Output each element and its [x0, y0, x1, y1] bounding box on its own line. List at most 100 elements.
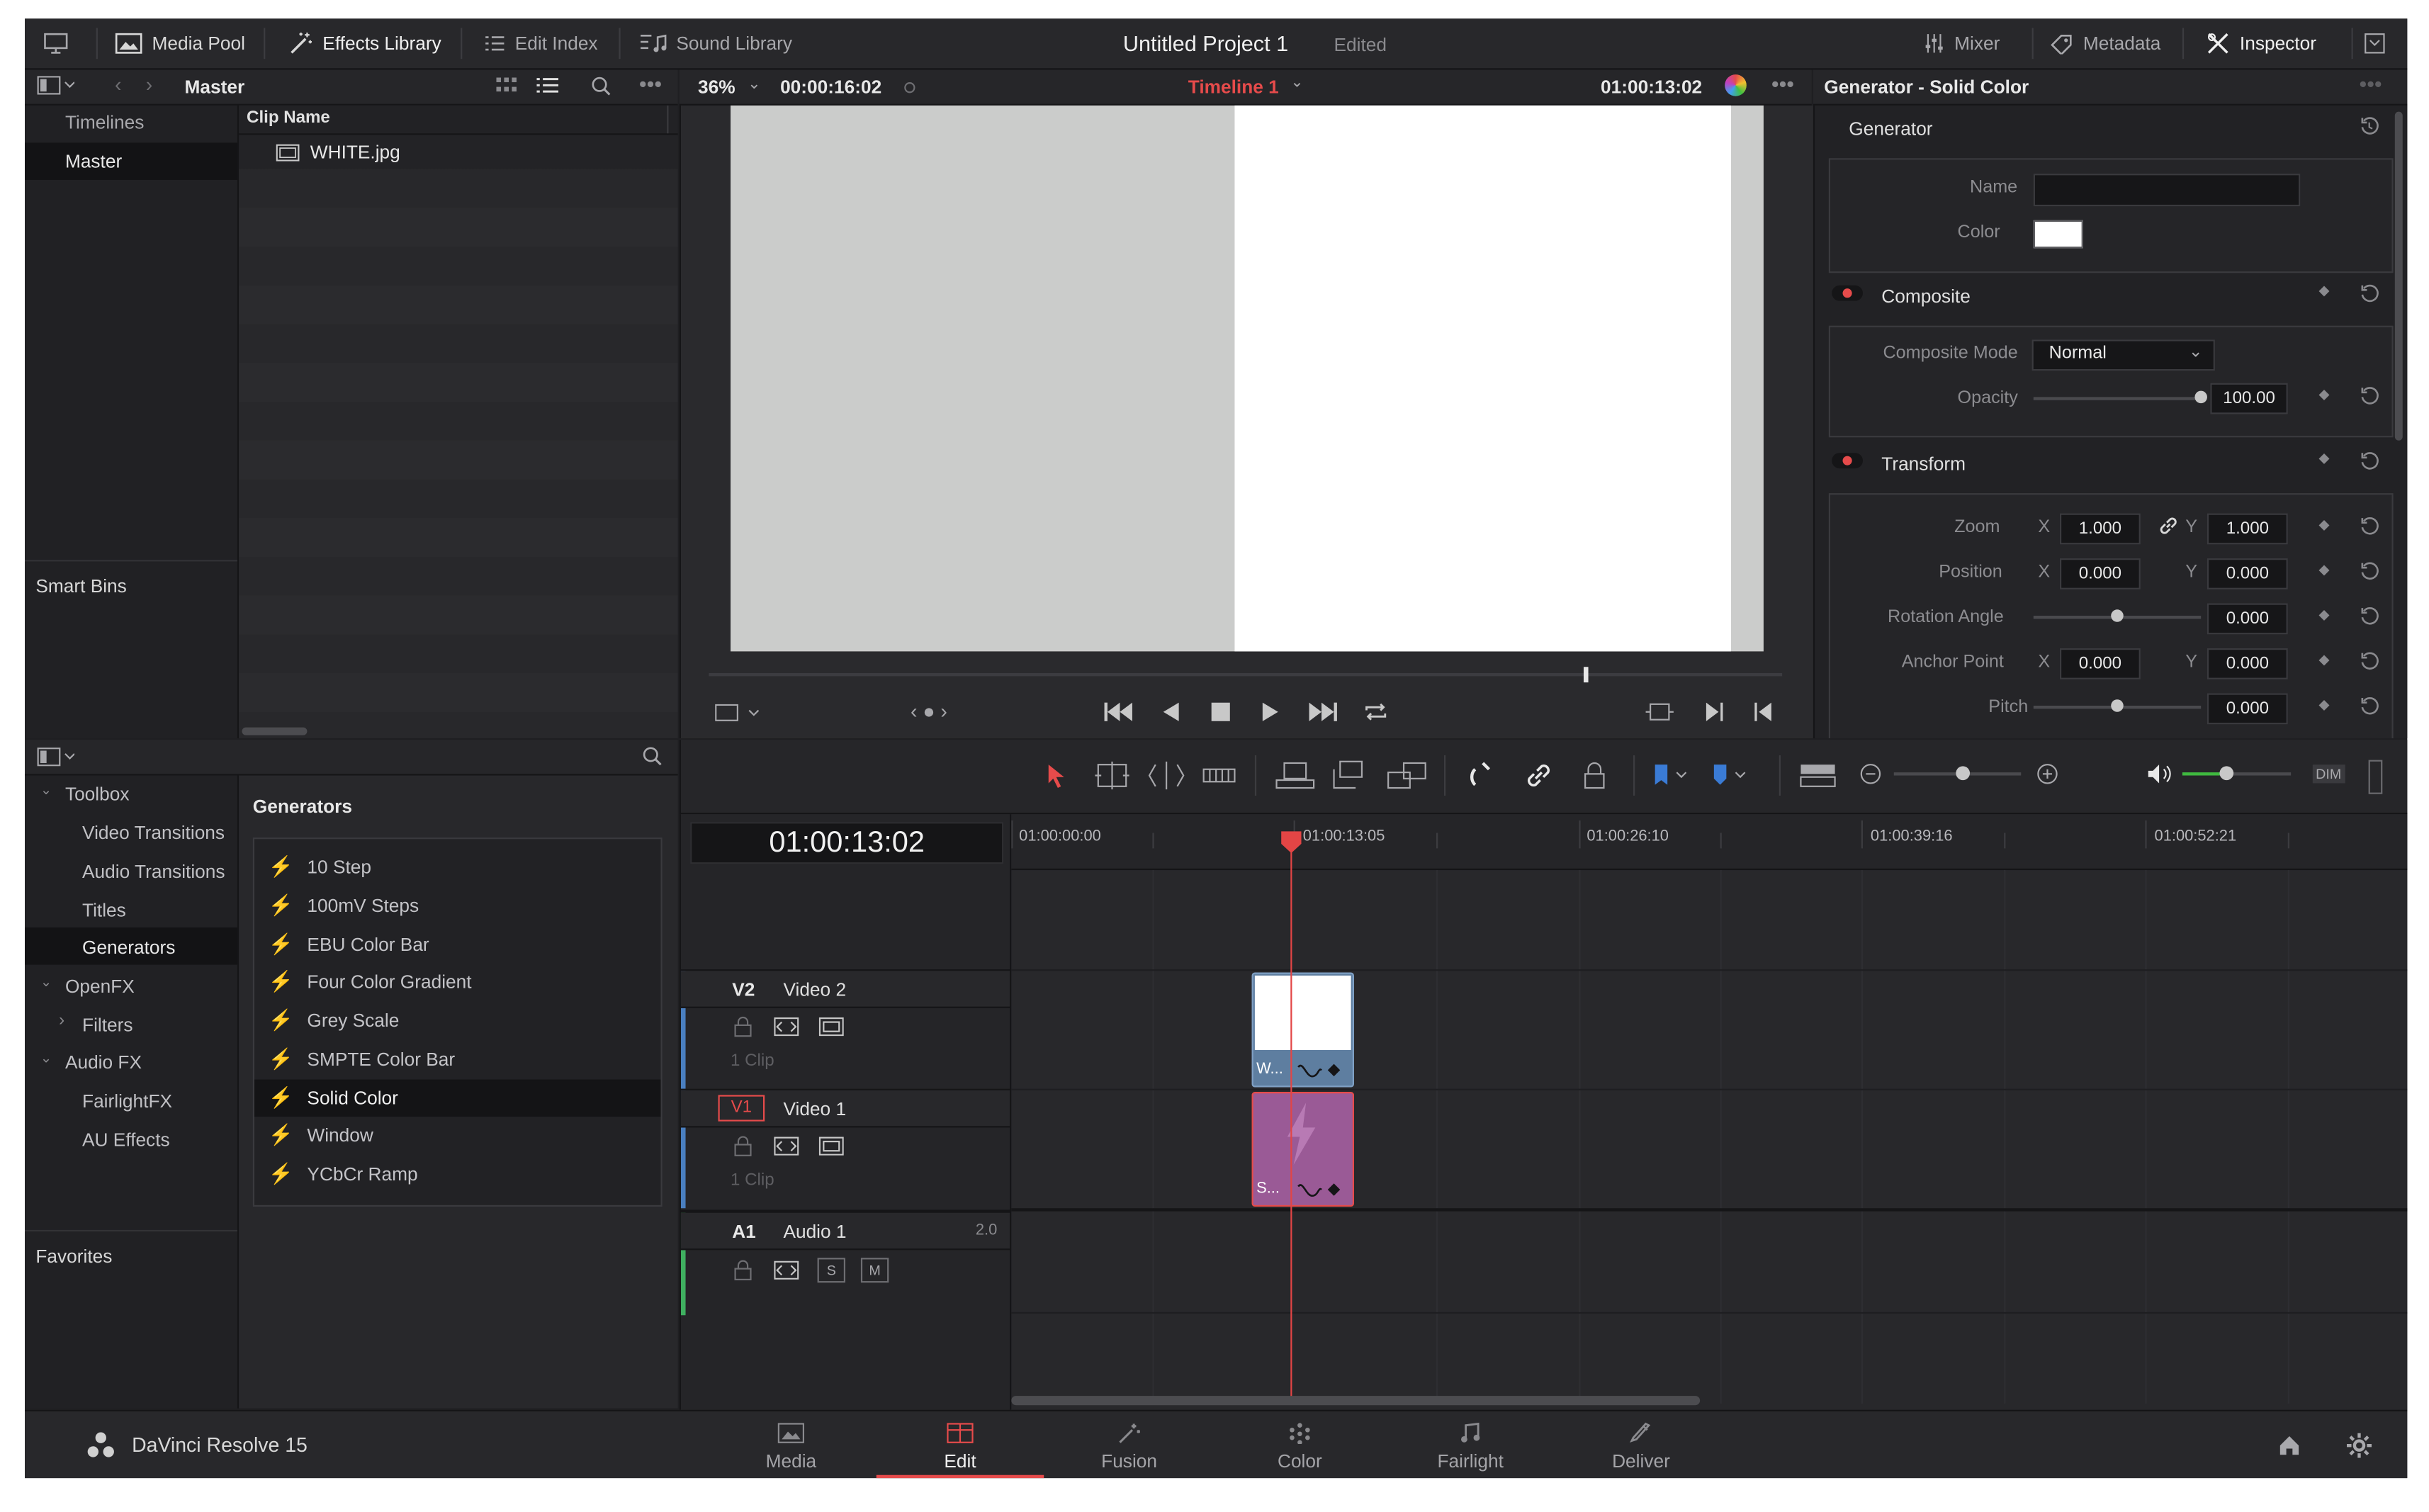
solo-button[interactable]: S [817, 1258, 846, 1283]
auto-select-icon[interactable] [774, 1017, 799, 1037]
viewer-options-icon[interactable]: ••• [1771, 72, 1794, 96]
sound-library-button[interactable]: Sound Library [639, 18, 792, 68]
tree-au-effects[interactable]: AU Effects [82, 1129, 170, 1151]
insert-clip-icon[interactable] [1275, 760, 1315, 796]
audio-fx-chevron-icon[interactable]: ⌄ [40, 1050, 52, 1067]
viewer-mode-icon[interactable] [715, 704, 762, 728]
list-view-icon[interactable] [536, 77, 559, 94]
viewer-canvas[interactable] [731, 105, 1764, 652]
inspector-scrollbar[interactable] [2394, 111, 2403, 441]
inspector-button[interactable]: Inspector [2206, 18, 2316, 68]
effects-sidebar-toggle-icon[interactable] [37, 747, 75, 767]
clip-name-header[interactable]: Clip Name [247, 108, 330, 127]
scrubber-bar[interactable] [709, 673, 1783, 677]
zoom-in-icon[interactable] [2036, 763, 2058, 789]
position-y-input[interactable] [2207, 558, 2288, 589]
anchor-y-input[interactable] [2207, 648, 2288, 679]
reset-composite-icon[interactable] [2359, 284, 2379, 309]
rotation-slider-knob[interactable] [2111, 609, 2124, 622]
rotation-input[interactable] [2207, 603, 2288, 635]
collapse-panel-icon[interactable] [2364, 18, 2395, 68]
color-swatch[interactable] [2033, 220, 2083, 249]
clip-row[interactable]: WHITE.jpg [239, 135, 678, 169]
position-lock-icon[interactable] [1584, 762, 1606, 794]
bin-master-row[interactable]: Master [25, 142, 237, 180]
generator-item[interactable]: ⚡ Four Color Gradient [254, 963, 661, 1000]
inspector-options-icon[interactable]: ••• [2359, 72, 2382, 96]
generator-item[interactable]: ⚡ Window [254, 1117, 661, 1154]
home-icon[interactable] [2277, 1433, 2301, 1458]
generator-item[interactable]: ⚡ YCbCr Ramp [254, 1156, 661, 1193]
forward-icon[interactable]: › [146, 73, 153, 96]
reset-opacity-icon[interactable] [2359, 386, 2379, 411]
timeline-tracks-area[interactable]: 01:00:00:00 01:00:13:05 01:00:26:10 01:0… [1011, 814, 2408, 1410]
timeline-view-options-icon[interactable] [1799, 763, 1837, 793]
link-icon[interactable] [2159, 517, 2177, 535]
dynamic-trim-icon[interactable] [1146, 761, 1187, 794]
auto-select-icon[interactable] [774, 1136, 799, 1156]
dim-button[interactable]: DIM [2312, 765, 2345, 784]
go-to-end-icon[interactable] [1307, 701, 1339, 727]
marker-icon[interactable] [1711, 763, 1751, 793]
tree-filters[interactable]: Filters [82, 1015, 133, 1037]
zoom-x-input[interactable] [2059, 513, 2141, 545]
effects-library-button[interactable]: Effects Library [288, 18, 441, 68]
zoom-keyframe-icon[interactable]: ◆ [2319, 517, 2330, 534]
reset-position-icon[interactable] [2359, 561, 2379, 586]
selection-tool-icon[interactable] [1047, 763, 1066, 793]
gear-icon[interactable] [2346, 1433, 2372, 1458]
playhead-handle[interactable] [1281, 831, 1302, 853]
snapping-icon[interactable] [1469, 760, 1497, 796]
bin-timelines[interactable]: Timelines [65, 112, 144, 134]
volume-icon[interactable] [2147, 763, 2175, 789]
metadata-button[interactable]: Metadata [2049, 18, 2160, 68]
mark-prev-icon[interactable] [1754, 702, 1773, 726]
opacity-slider[interactable] [2033, 397, 2202, 400]
flag-icon[interactable] [1652, 763, 1692, 793]
blade-tool-icon[interactable] [1202, 762, 1236, 794]
tree-titles[interactable]: Titles [82, 900, 126, 922]
edit-index-button[interactable]: Edit Index [484, 18, 598, 68]
lock-icon[interactable] [733, 1135, 752, 1157]
back-icon[interactable]: ‹ [115, 73, 122, 96]
volume-knob[interactable] [2219, 766, 2234, 781]
reset-generator-icon[interactable] [2359, 116, 2379, 141]
page-tab-edit[interactable]: Edit [876, 1411, 1044, 1479]
anchor-keyframe-icon[interactable]: ◆ [2319, 651, 2330, 668]
lock-icon[interactable] [733, 1259, 752, 1281]
tree-audio-transitions[interactable]: Audio Transitions [82, 861, 225, 883]
position-keyframe-icon[interactable]: ◆ [2319, 561, 2330, 578]
search-icon[interactable] [591, 76, 611, 96]
page-tab-color[interactable]: Color [1216, 1411, 1383, 1478]
name-input[interactable] [2033, 174, 2301, 207]
tree-generators-row[interactable]: Generators [25, 927, 237, 965]
timeline-timecode-box[interactable]: 01:00:13:02 [690, 822, 1004, 864]
opacity-input[interactable] [2210, 383, 2288, 414]
zoom-y-input[interactable] [2207, 513, 2288, 545]
jog-control-icon[interactable]: ‹ ● › [911, 699, 947, 723]
thumbnail-view-icon[interactable] [496, 77, 518, 93]
generator-item[interactable]: ⚡ 10 Step [254, 848, 661, 886]
linked-selection-icon[interactable] [1525, 762, 1552, 794]
generator-item-selected[interactable]: ⚡ Solid Color [254, 1079, 661, 1117]
loop-icon[interactable] [1363, 701, 1388, 727]
pitch-input[interactable] [2207, 693, 2288, 725]
color-scope-icon[interactable] [1725, 74, 1747, 96]
tree-audio-fx[interactable]: Audio FX [65, 1051, 142, 1073]
position-x-input[interactable] [2059, 558, 2141, 589]
reset-pitch-icon[interactable] [2359, 696, 2379, 721]
zoom-out-icon[interactable] [1860, 763, 1882, 789]
auto-select-icon[interactable] [774, 1260, 799, 1280]
generator-item[interactable]: ⚡ Grey Scale [254, 1002, 661, 1039]
transform-keyframe-icon[interactable]: ◆ [2319, 450, 2330, 467]
page-tab-media[interactable]: Media [707, 1411, 874, 1478]
match-frame-icon[interactable] [1645, 703, 1674, 726]
pitch-keyframe-icon[interactable]: ◆ [2319, 696, 2330, 713]
transform-toggle[interactable] [1832, 453, 1863, 469]
workspace-icon[interactable] [43, 18, 81, 68]
composite-toggle[interactable] [1832, 285, 1863, 301]
tree-openfx[interactable]: OpenFX [65, 976, 135, 998]
tree-fairlight-fx[interactable]: FairlightFX [82, 1090, 172, 1112]
overwrite-clip-icon[interactable] [1331, 760, 1365, 796]
page-tab-fusion[interactable]: Fusion [1045, 1411, 1212, 1478]
